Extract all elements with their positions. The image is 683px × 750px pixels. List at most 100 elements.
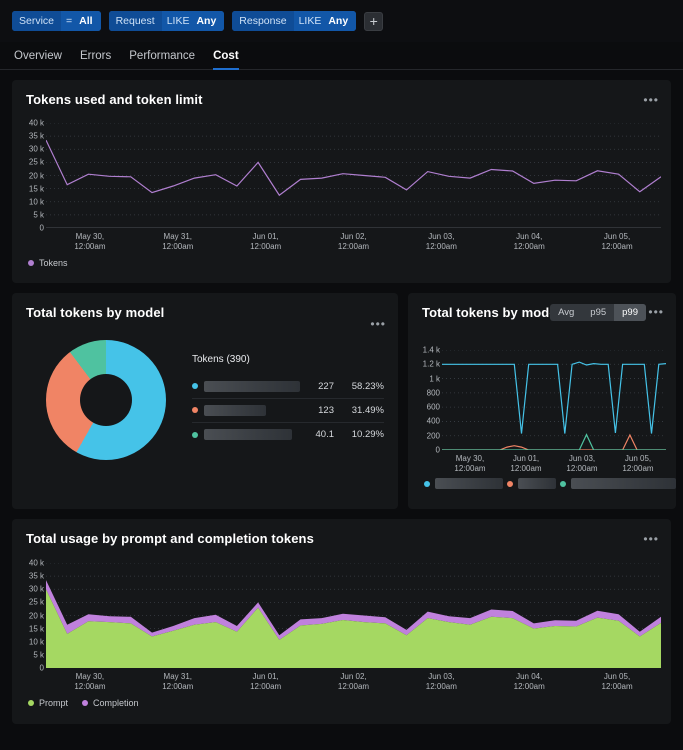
chart-total-tokens-by-model: 02004006008001 k1.2 k1.4 k [408,350,676,450]
chart-tokens-used-and-limit: 05 k10 k15 k20 k25 k30 k35 k40 k [12,123,671,228]
y-axis-tick: 40 k [29,119,44,128]
x-axis-tick: Jun 03,12:00am [426,232,457,252]
x-axis-tick: May 30,12:00am [74,672,105,692]
y-axis-tick: 35 k [29,132,44,141]
legend-color-swatch [424,481,430,487]
chart-svg [46,563,661,668]
filter-pill-value: All [77,11,100,31]
panel-row: Total tokens by model ••• Tokens (390) 2… [12,293,671,519]
row-value: 123 [300,405,334,416]
y-axis-tick: 400 [427,417,440,426]
y-axis-tick: 30 k [29,145,44,154]
x-axis-tick: Jun 01,12:00am [510,454,541,474]
row-percent: 58.23% [334,381,384,392]
table-row[interactable]: 123 31.49% [192,399,384,423]
y-axis-labels: 05 k10 k15 k20 k25 k30 k35 k40 k [12,123,46,228]
y-axis-tick: 600 [427,403,440,412]
filter-pill-operator: LIKE [294,11,327,31]
aggregation-option-p99[interactable]: p99 [614,304,646,321]
tab-bar: Overview Errors Performance Cost [0,42,683,70]
legend-label: Completion [93,698,139,708]
y-axis-tick: 10 k [29,197,44,206]
x-axis-tick: Jun 02,12:00am [338,672,369,692]
y-axis-tick: 200 [427,431,440,440]
chart-svg [46,123,661,228]
aggregation-toolbar: Avg p95 p99 [550,304,646,321]
filter-pill-operator: = [61,11,77,31]
aggregation-segmented-control: Avg p95 p99 [550,304,646,321]
donut-chart[interactable] [46,340,166,460]
donut-chart-wrapper: Tokens (390) 227 58.23% 123 31.49% [12,334,398,476]
y-axis-tick: 5 k [33,650,44,659]
row-color-swatch [192,383,198,389]
filter-pill-service[interactable]: Service = All [12,11,101,31]
tab-errors[interactable]: Errors [80,50,111,70]
y-axis-tick: 40 k [29,559,44,568]
panel-menu-icon[interactable]: ••• [643,535,659,543]
redacted-legend-label [571,478,676,489]
table-row[interactable]: 40.1 10.29% [192,423,384,447]
redacted-model-label [204,405,266,416]
panel-total-tokens-by-model-line: Total tokens by model Avg p95 p99 ••• 02… [408,293,676,509]
legend-item[interactable] [507,478,556,489]
filter-pill-key: Response [232,11,293,31]
x-axis-tick: May 30,12:00am [454,454,485,474]
plot-area [46,563,661,668]
filter-pill-value: Any [326,11,356,31]
x-axis-tick: May 30,12:00am [74,232,105,252]
tab-performance[interactable]: Performance [129,50,195,70]
x-axis-tick: Jun 01,12:00am [250,672,281,692]
y-axis-tick: 0 [436,446,440,455]
filter-pill-value: Any [194,11,224,31]
filter-pill-operator: LIKE [162,11,195,31]
filter-pill-response[interactable]: Response LIKE Any [232,11,356,31]
legend-item-tokens[interactable]: Tokens [28,258,68,268]
y-axis-tick: 10 k [29,637,44,646]
x-axis-tick: Jun 01,12:00am [250,232,281,252]
table-row[interactable]: 227 58.23% [192,375,384,399]
x-axis-tick: Jun 05,12:00am [601,232,632,252]
panel-tokens-used-and-limit: Tokens used and token limit ••• 05 k10 k… [12,80,671,283]
legend-color-swatch [82,700,88,706]
y-axis-tick: 5 k [33,210,44,219]
panel-menu-icon[interactable]: ••• [370,320,386,328]
chart-legend: Prompt Completion [12,692,671,718]
y-axis-tick: 1.2 k [423,360,440,369]
panel-menu-icon[interactable]: ••• [643,96,659,104]
redacted-model-label [204,381,300,392]
panel-menu-icon[interactable]: ••• [648,308,664,316]
legend-item[interactable] [424,478,503,489]
token-breakdown: Tokens (390) 227 58.23% 123 31.49% [186,354,384,447]
aggregation-option-avg[interactable]: Avg [550,304,582,321]
row-color-swatch [192,407,198,413]
legend-item-completion[interactable]: Completion [82,698,139,708]
row-value: 40.1 [300,429,334,440]
x-axis-tick: Jun 03,12:00am [566,454,597,474]
x-axis-labels: May 30,12:00amMay 31,12:00amJun 01,12:00… [46,228,661,252]
add-filter-icon[interactable]: + [364,12,383,31]
y-axis-tick: 30 k [29,585,44,594]
legend-item-prompt[interactable]: Prompt [28,698,68,708]
x-axis-tick: Jun 05,12:00am [601,672,632,692]
panel-title: Total tokens by model [12,293,398,320]
chart-legend [408,474,676,499]
row-percent: 31.49% [334,405,384,416]
row-value: 227 [300,381,334,392]
panel-title: Total usage by prompt and completion tok… [12,519,671,546]
y-axis-tick: 1.4 k [423,346,440,355]
legend-item[interactable] [560,478,676,489]
legend-color-swatch [507,481,513,487]
filter-pill-request[interactable]: Request LIKE Any [109,11,225,31]
tab-overview[interactable]: Overview [14,50,62,70]
tab-cost[interactable]: Cost [213,50,239,70]
legend-color-swatch [560,481,566,487]
donut-column [26,340,186,460]
plot-area [46,123,661,228]
legend-color-swatch [28,260,34,266]
chart-svg [442,350,666,450]
x-axis-tick: Jun 04,12:00am [514,672,545,692]
legend-label: Prompt [39,698,68,708]
y-axis-tick: 25 k [29,598,44,607]
y-axis-labels: 02004006008001 k1.2 k1.4 k [408,350,442,450]
aggregation-option-p95[interactable]: p95 [582,304,614,321]
